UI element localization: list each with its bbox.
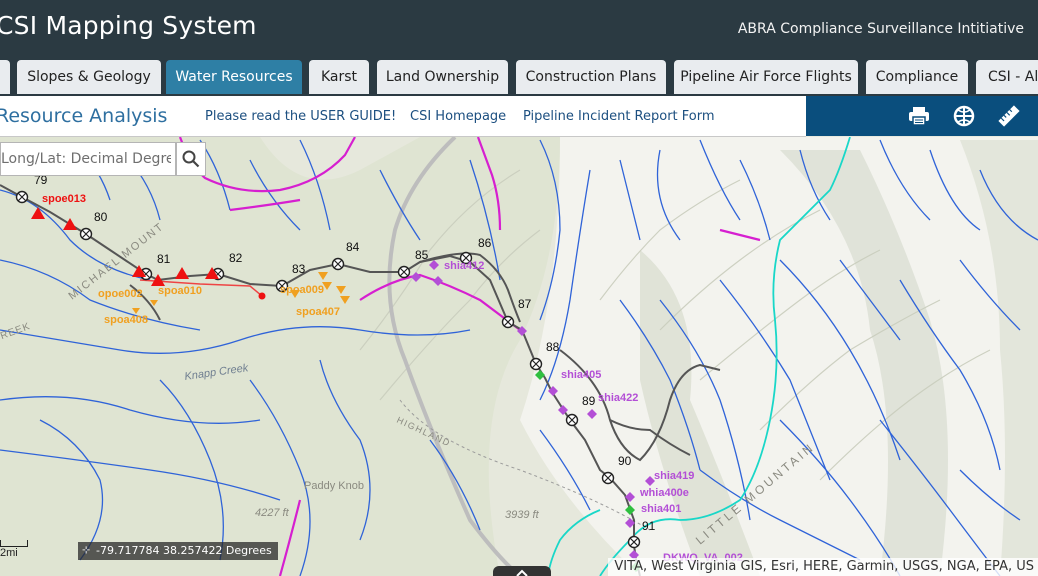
place-label: 4227 ft [255,507,290,519]
coordinate-search-input[interactable] [1,143,175,175]
app-title: CSI Mapping System [0,11,257,40]
tab-bar: Slopes & Geology Water Resources Karst L… [0,58,1038,96]
search-button[interactable] [176,142,206,176]
milepost-label: 90 [618,454,632,468]
milepost-label: 89 [582,394,596,408]
incident-report-link[interactable]: Pipeline Incident Report Form [523,109,715,124]
tab-construction-plans[interactable]: Construction Plans [516,60,666,94]
tab-slopes-geology[interactable]: Slopes & Geology [17,60,161,94]
scale-label: 2mi [0,547,18,559]
milepost-label: 85 [415,248,429,262]
crosshair-icon: ⊹ [82,545,91,556]
feature-label: shia422 [598,392,638,404]
feature-label: opoe002 [98,288,143,300]
tab-water-resources[interactable]: Water Resources [166,60,302,94]
milepost-markers [15,190,641,549]
tab-land-ownership[interactable]: Land Ownership [377,60,508,94]
place-label: CREEK [0,321,32,345]
section-title: Resource Analysis [0,105,168,127]
app-header: CSI Mapping System ABRA Compliance Surve… [0,0,1038,58]
feature-label: whia400e [639,487,689,499]
feature-label: spoa407 [296,306,340,318]
tab-compliance[interactable]: Compliance [866,60,968,94]
tab-pipeline-air-force-flights[interactable]: Pipeline Air Force Flights [674,60,858,94]
place-label: LITTLE MOUNTAIN [693,440,818,548]
app-subtitle: ABRA Compliance Surveillance Intitiative [737,21,1024,37]
feature-label: shia405 [561,369,601,381]
milepost-label: 91 [642,519,656,533]
feature-label: shia401 [641,503,681,515]
feature-label: shia412 [444,260,484,272]
place-label: 3939 ft [505,509,540,521]
csi-homepage-link[interactable]: CSI Homepage [410,109,506,124]
user-guide-link[interactable]: Please read the USER GUIDE! [205,109,396,124]
coordinate-readout: ⊹ -79.717784 38.257422 Degrees [78,542,278,560]
milepost-label: 88 [546,340,560,354]
map-view[interactable]: 79 80 81 82 83 84 85 86 87 88 89 90 91 s… [0,137,1038,576]
feature-label: shia419 [654,470,694,482]
markers-layer: 79 80 81 82 83 84 85 86 87 88 89 90 91 s… [0,173,818,572]
search-icon [182,150,200,168]
coordinate-text: -79.717784 38.257422 Degrees [96,544,272,557]
scale-bar: 2mi [0,540,28,559]
feature-label: spoa010 [158,285,202,297]
tab-karst[interactable]: Karst [309,60,369,94]
milepost-label: 86 [478,236,492,250]
milepost-label: 84 [346,240,360,254]
measure-ruler-icon[interactable] [996,104,1022,128]
feature-label: spoe013 [42,193,86,205]
place-label: HIGHLAND [395,415,452,449]
panel-toggle-handle[interactable] [493,566,551,576]
tab-csi-all[interactable]: CSI - All [976,60,1038,94]
feature-label: spoa009 [280,284,324,296]
milepost-label: 81 [157,252,171,266]
feature-label: spoa408 [104,314,148,326]
search-box [0,142,176,176]
map-toolbar [806,96,1038,136]
place-label: Paddy Knob [304,480,364,492]
milepost-label: 82 [229,251,243,265]
place-label: Knapp Creek [184,362,250,383]
milepost-label: 80 [94,210,108,224]
map-attribution: VITA, West Virginia GIS, Esri, HERE, Gar… [608,558,1038,576]
milepost-label: 83 [292,262,306,276]
link-bar: Resource Analysis Please read the USER G… [0,96,806,137]
tab-previous[interactable] [0,60,10,94]
basemap-gallery-icon[interactable] [951,104,977,128]
print-icon[interactable] [906,104,932,128]
milepost-label: 87 [518,297,532,311]
